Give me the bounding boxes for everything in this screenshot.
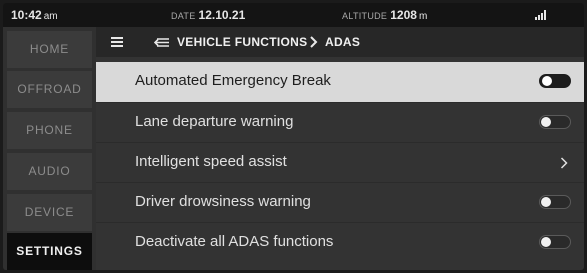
- date-label: DATE: [171, 11, 196, 21]
- setting-label: Intelligent speed assist: [135, 153, 287, 170]
- chevron-right-icon[interactable]: [560, 157, 568, 169]
- lane-departure-warning-toggle[interactable]: [539, 115, 571, 129]
- setting-row-intelligent-speed-assist[interactable]: Intelligent speed assist: [96, 142, 584, 182]
- infotainment-screen: 10:42 am DATE 12.10.21 ALTITUDE 1208 m HOME …: [3, 3, 584, 270]
- sidebar: HOME OFFROAD PHONE AUDIO DEVICE SETTINGS: [3, 27, 96, 270]
- toggle-knob: [542, 76, 552, 86]
- setting-label: Driver drowsiness warning: [135, 193, 311, 210]
- setting-row-automated-emergency-break[interactable]: Automated Emergency Break: [96, 62, 584, 102]
- sidebar-item-device[interactable]: DEVICE: [7, 194, 92, 231]
- driver-drowsiness-warning-toggle[interactable]: [539, 195, 571, 209]
- setting-row-lane-departure-warning[interactable]: Lane departure warning: [96, 102, 584, 142]
- altitude-value: 1208: [390, 8, 417, 22]
- toggle-knob: [541, 237, 551, 247]
- altitude-readout: ALTITUDE 1208 m: [342, 8, 427, 22]
- toggle-knob: [541, 197, 551, 207]
- main-panel: VEHICLE FUNCTIONS ADAS Automated Emergen…: [96, 27, 584, 270]
- status-bar: 10:42 am DATE 12.10.21 ALTITUDE 1208 m: [3, 3, 584, 27]
- return-arrow-icon[interactable]: [154, 38, 170, 47]
- signal-bars-icon: [535, 10, 549, 20]
- breadcrumb-parent[interactable]: VEHICLE FUNCTIONS: [177, 35, 307, 49]
- altitude-unit: m: [418, 11, 428, 22]
- hamburger-menu-icon[interactable]: [111, 37, 123, 47]
- clock-time: 10:42: [11, 8, 42, 22]
- deactivate-all-adas-toggle[interactable]: [539, 235, 571, 249]
- altitude-label: ALTITUDE: [342, 11, 388, 21]
- sidebar-item-phone[interactable]: PHONE: [7, 112, 92, 149]
- clock-suffix: am: [43, 11, 58, 22]
- setting-label: Lane departure warning: [135, 113, 294, 130]
- sidebar-item-settings[interactable]: SETTINGS: [7, 233, 92, 270]
- automated-emergency-break-toggle[interactable]: [539, 74, 571, 88]
- date-readout: DATE 12.10.21: [171, 8, 245, 22]
- setting-row-driver-drowsiness-warning[interactable]: Driver drowsiness warning: [96, 182, 584, 222]
- chevron-right-icon: [310, 36, 318, 48]
- sidebar-item-home[interactable]: HOME: [7, 31, 92, 68]
- clock: 10:42 am: [11, 8, 58, 22]
- setting-row-deactivate-all-adas[interactable]: Deactivate all ADAS functions: [96, 222, 584, 262]
- breadcrumb-current: ADAS: [325, 35, 361, 49]
- header-bar: VEHICLE FUNCTIONS ADAS: [96, 27, 584, 57]
- setting-label: Deactivate all ADAS functions: [135, 233, 334, 250]
- toggle-knob: [541, 117, 551, 127]
- setting-label: Automated Emergency Break: [135, 72, 331, 89]
- sidebar-item-offroad[interactable]: OFFROAD: [7, 71, 92, 108]
- date-value: 12.10.21: [198, 8, 246, 22]
- sidebar-item-audio[interactable]: AUDIO: [7, 153, 92, 190]
